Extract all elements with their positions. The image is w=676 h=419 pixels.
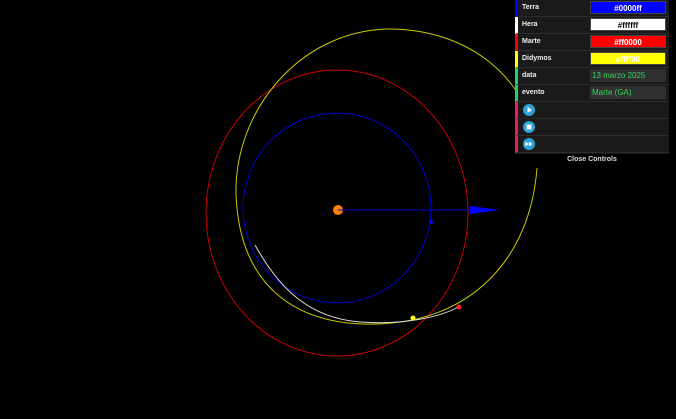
button-row: [515, 119, 669, 136]
color-label: Hera: [522, 21, 538, 28]
data-row: data 13 marzo 2025: [515, 68, 669, 85]
color-picker[interactable]: #ff0000: [590, 35, 666, 48]
stop-button[interactable]: [523, 121, 535, 133]
color-row-didymos: Didymos #ffff00: [515, 51, 669, 68]
color-picker[interactable]: #ffffff: [590, 18, 666, 31]
earth-marker: [429, 220, 433, 224]
color-row-marte: Marte #ff0000: [515, 34, 669, 51]
color-row-terra: Terra #0000ff: [515, 0, 669, 17]
color-picker[interactable]: #0000ff: [590, 1, 666, 14]
fast-forward-button[interactable]: [523, 138, 535, 150]
data-field[interactable]: 13 marzo 2025: [590, 69, 666, 82]
color-label: Didymos: [522, 55, 552, 62]
evento-row: evento Marte (GA): [515, 85, 669, 102]
hera-trajectory: [254, 244, 461, 324]
didymos-marker: [410, 315, 416, 321]
button-row: [515, 136, 669, 153]
color-label: Marte: [522, 38, 541, 45]
data-label: data: [522, 72, 537, 79]
evento-label: evento: [522, 89, 545, 96]
color-row-hera: Hera #ffffff: [515, 17, 669, 34]
play-button[interactable]: [523, 104, 535, 116]
didymos-orbit: [235, 28, 539, 325]
color-picker[interactable]: #ffff00: [590, 52, 666, 65]
mars-marker: [456, 304, 462, 310]
evento-field[interactable]: Marte (GA): [590, 86, 666, 99]
button-row: [515, 102, 669, 119]
close-controls-button[interactable]: Close Controls: [515, 154, 669, 166]
controls-panel: Terra #0000ff Hera #ffffff Marte #ff0000 Didym…: [515, 0, 669, 166]
color-label: Terra: [522, 4, 539, 11]
direction-arrow: [470, 206, 500, 214]
